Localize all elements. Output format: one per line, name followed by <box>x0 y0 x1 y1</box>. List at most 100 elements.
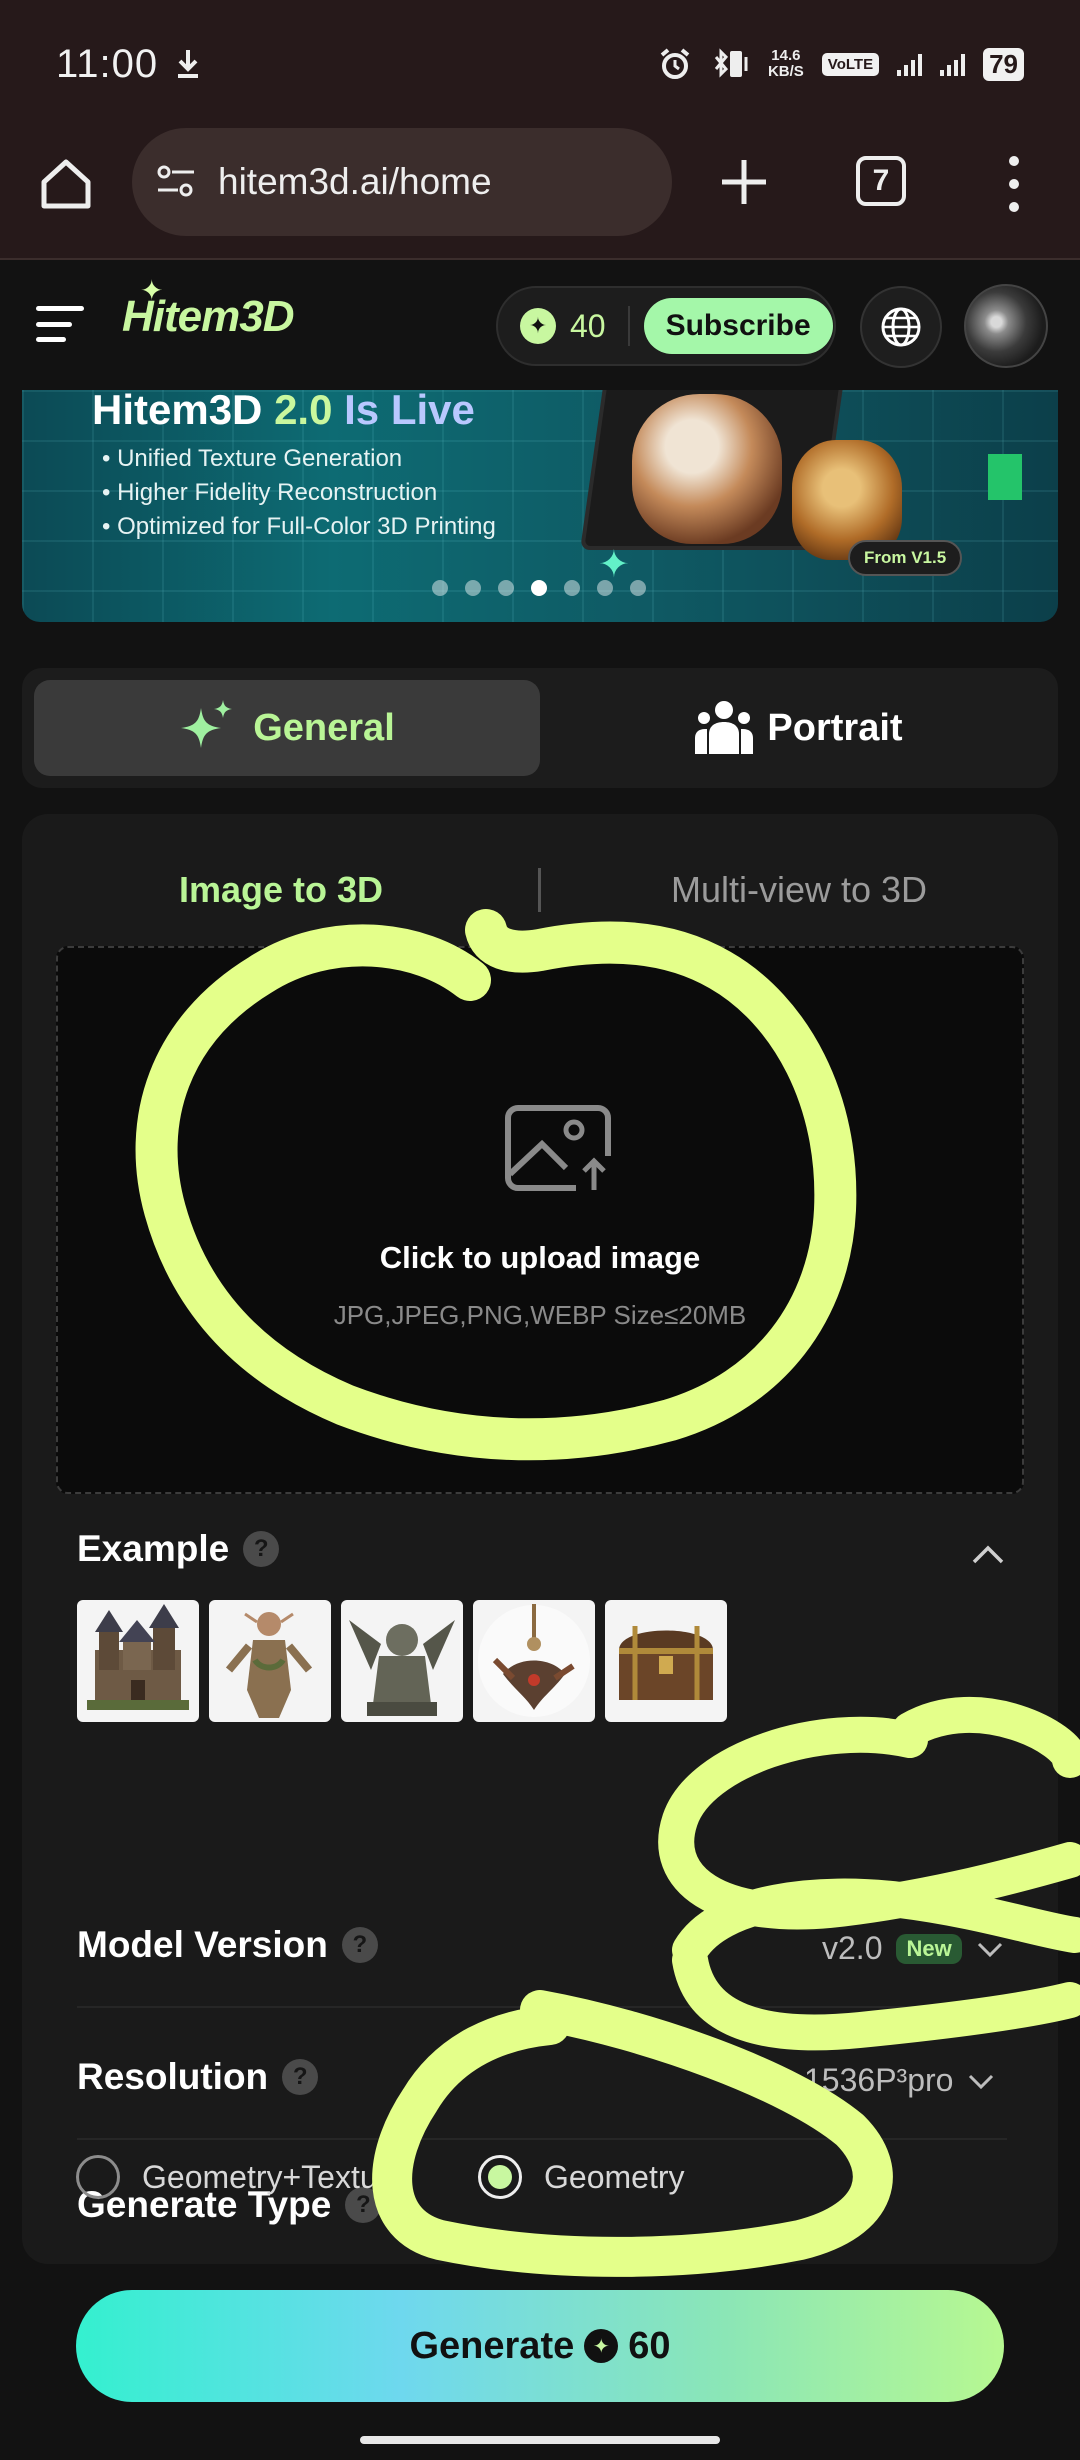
subscribe-button[interactable]: Subscribe <box>643 298 833 354</box>
new-badge: New <box>896 1933 962 1964</box>
carousel-dot[interactable] <box>498 580 514 596</box>
carousel-dot-active[interactable] <box>531 580 547 596</box>
battery-level: 79 <box>983 47 1024 81</box>
radio-geometry-label: Geometry <box>544 2158 685 2195</box>
example-thumbnail-gargoyle[interactable] <box>341 1600 463 1722</box>
tab-portrait[interactable]: Portrait <box>552 680 1046 776</box>
example-thumbnail-castle[interactable] <box>77 1600 199 1722</box>
banner-title-part1: Hitem3D <box>92 390 275 433</box>
example-thumbnail-elf[interactable] <box>209 1600 331 1722</box>
logo[interactable]: ✦ Hitem3D <box>122 275 294 342</box>
tab-multiview-to-3d[interactable]: Multi-view to 3D <box>540 869 1058 911</box>
tab-image-to-3d[interactable]: Image to 3D <box>22 869 540 911</box>
people-icon <box>695 698 754 759</box>
row-divider <box>77 2006 1007 2008</box>
resolution-label: Resolution <box>77 2056 269 2097</box>
image-upload-icon <box>504 1104 612 1194</box>
model-version-select[interactable]: v2.0 New <box>822 1930 1004 1967</box>
upload-title: Click to upload image <box>379 1240 701 1275</box>
url-text: hitem3d.ai/home <box>218 161 492 202</box>
carousel-dots[interactable] <box>432 580 646 596</box>
generate-button-label: Generate <box>409 2324 575 2367</box>
model-version-label: Model Version <box>77 1924 328 1965</box>
example-thumbnails <box>77 1600 727 1722</box>
resolution-select[interactable]: 1536P³pro <box>804 2062 995 2099</box>
tab-general-label: General <box>253 706 395 749</box>
model-version-label-row: Model Version ? <box>77 1924 378 1966</box>
banner-bullets: Unified Texture Generation Higher Fideli… <box>102 442 496 544</box>
chevron-down-icon <box>969 2074 994 2089</box>
home-indicator <box>360 2436 720 2444</box>
pill-divider <box>627 306 630 346</box>
sparkle-icon <box>179 698 235 759</box>
banner-bullet: Unified Texture Generation <box>102 442 496 476</box>
model-version-value: v2.0 <box>822 1930 883 1966</box>
radio-geometry-texture[interactable] <box>76 2155 120 2199</box>
banner-bullet: Optimized for Full-Color 3D Printing <box>102 510 496 544</box>
status-bar: 11:00 14.6 KB/S VoLTE 79 <box>0 0 1080 128</box>
home-icon[interactable] <box>36 154 96 214</box>
banner-title-part3: Is Live <box>332 390 475 433</box>
help-icon[interactable]: ? <box>243 1531 280 1567</box>
signal-icon-2 <box>940 52 966 76</box>
mode-tabs: General Portrait <box>22 668 1058 788</box>
browser-menu-icon[interactable] <box>996 156 1032 212</box>
site-settings-icon[interactable] <box>154 160 198 204</box>
input-type-tabs: Image to 3D Multi-view to 3D <box>22 854 1058 926</box>
chevron-down-icon <box>977 1942 1002 1957</box>
credit-coin-icon: ✦ <box>520 308 556 344</box>
download-icon <box>174 48 202 80</box>
net-speed-unit: KB/S <box>767 63 804 80</box>
tab-switcher-button[interactable]: 7 <box>856 156 906 206</box>
resolution-value: 1536P³pro <box>804 2062 954 2098</box>
credit-coin-icon: ✦ <box>584 2329 619 2363</box>
banner-title: Hitem3D 2.0 Is Live <box>92 390 475 434</box>
help-icon[interactable]: ? <box>341 1927 378 1963</box>
new-tab-icon[interactable] <box>712 150 776 214</box>
resolution-label-row: Resolution ? <box>77 2056 319 2098</box>
chevron-up-icon[interactable] <box>970 1542 1006 1566</box>
help-icon[interactable]: ? <box>282 2059 319 2095</box>
radio-option-geometry[interactable]: Geometry <box>478 2155 684 2199</box>
upload-format-hint: JPG,JPEG,PNG,WEBP Size≤20MB <box>333 1300 747 1330</box>
carousel-dot[interactable] <box>432 580 448 596</box>
logo-sparkle-icon: ✦ <box>140 275 163 306</box>
example-thumbnail-chest[interactable] <box>605 1600 727 1722</box>
signal-icon <box>897 52 923 76</box>
user-avatar[interactable] <box>964 284 1048 368</box>
tab-separator <box>538 868 541 912</box>
from-version-badge: From V1.5 <box>848 540 963 576</box>
generate-button[interactable]: Generate ✦ 60 <box>76 2290 1004 2402</box>
carousel-dot[interactable] <box>630 580 646 596</box>
promo-banner[interactable]: Hitem3D 2.0 Is Live Unified Texture Gene… <box>22 390 1058 622</box>
language-globe-icon[interactable] <box>860 286 942 368</box>
row-divider <box>77 2138 1007 2140</box>
address-bar[interactable]: hitem3d.ai/home <box>132 128 672 236</box>
radio-geometry-texture-label: Geometry+Textu <box>142 2158 378 2195</box>
banner-vase-image <box>632 394 782 544</box>
generation-card: Image to 3D Multi-view to 3D Click to up… <box>22 814 1058 2264</box>
radio-option-geometry-texture[interactable]: Geometry+Textu <box>76 2155 378 2199</box>
generate-cost: 60 <box>628 2324 671 2367</box>
example-thumbnail-pendant[interactable] <box>473 1600 595 1722</box>
volte-badge: VoLTE <box>821 52 880 76</box>
carousel-dot[interactable] <box>465 580 481 596</box>
net-speed-value: 14.6 <box>771 47 801 64</box>
hamburger-menu-icon[interactable] <box>36 306 84 342</box>
credits-balance: 40 <box>570 307 606 344</box>
tab-portrait-label: Portrait <box>767 706 903 749</box>
app-header: ✦ Hitem3D ✦ 40 Subscribe <box>0 262 1080 390</box>
image-upload-dropzone[interactable]: Click to upload image JPG,JPEG,PNG,WEBP … <box>56 946 1024 1494</box>
radio-geometry[interactable] <box>478 2155 522 2199</box>
banner-bullet: Higher Fidelity Reconstruction <box>102 476 496 510</box>
status-time: 11:00 <box>56 41 159 86</box>
banner-decoration <box>988 454 1022 500</box>
alarm-icon <box>658 47 692 81</box>
carousel-dot[interactable] <box>564 580 580 596</box>
bluetooth-vibrate-icon <box>710 47 750 81</box>
tab-general[interactable]: General <box>34 680 540 776</box>
banner-title-version: 2.0 <box>274 390 333 433</box>
credits-pill: ✦ 40 Subscribe <box>496 286 836 366</box>
carousel-dot[interactable] <box>597 580 613 596</box>
example-section-label: Example ? <box>77 1528 280 1570</box>
